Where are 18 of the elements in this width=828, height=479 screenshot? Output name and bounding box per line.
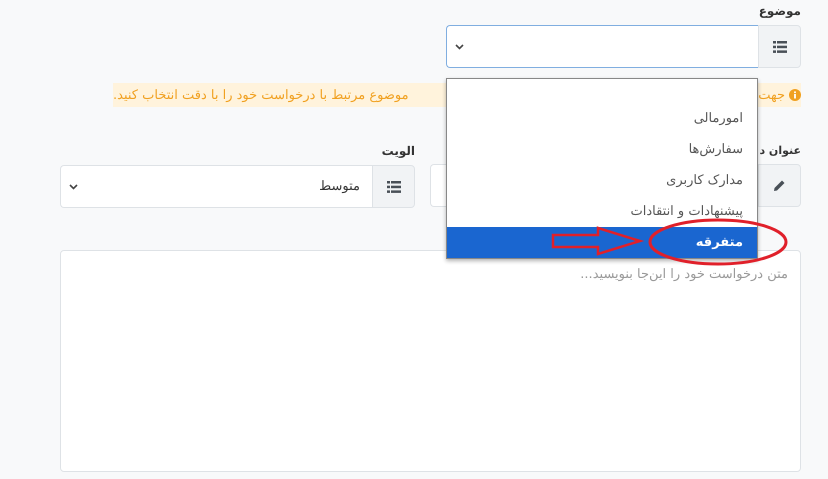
info-icon bbox=[789, 89, 801, 101]
priority-select[interactable]: متوسط bbox=[60, 165, 372, 208]
subject-label: موضوع bbox=[758, 4, 801, 18]
priority-label: الویت bbox=[382, 144, 415, 158]
dropdown-option[interactable]: مدارک کاربری bbox=[447, 165, 757, 196]
list-icon bbox=[772, 40, 786, 52]
dropdown-option[interactable]: متفرقه bbox=[447, 227, 757, 258]
chevron-icon bbox=[455, 44, 464, 50]
chevron-icon bbox=[69, 184, 78, 190]
subject-select[interactable] bbox=[446, 25, 758, 68]
title-label: عنوان د bbox=[759, 144, 801, 157]
dropdown-option[interactable]: سفارش‌ها bbox=[447, 134, 757, 165]
alert-text: موضوع مرتبط با درخواست خود را با دقت انتخاب کنید. bbox=[113, 88, 409, 102]
pencil-icon bbox=[773, 179, 786, 192]
list-icon bbox=[386, 180, 400, 192]
alert-text: جهت bbox=[758, 88, 785, 102]
dropdown-option[interactable]: پیشنهادات و انتقادات bbox=[447, 196, 757, 227]
dropdown-option[interactable]: امورمالی bbox=[447, 103, 757, 134]
